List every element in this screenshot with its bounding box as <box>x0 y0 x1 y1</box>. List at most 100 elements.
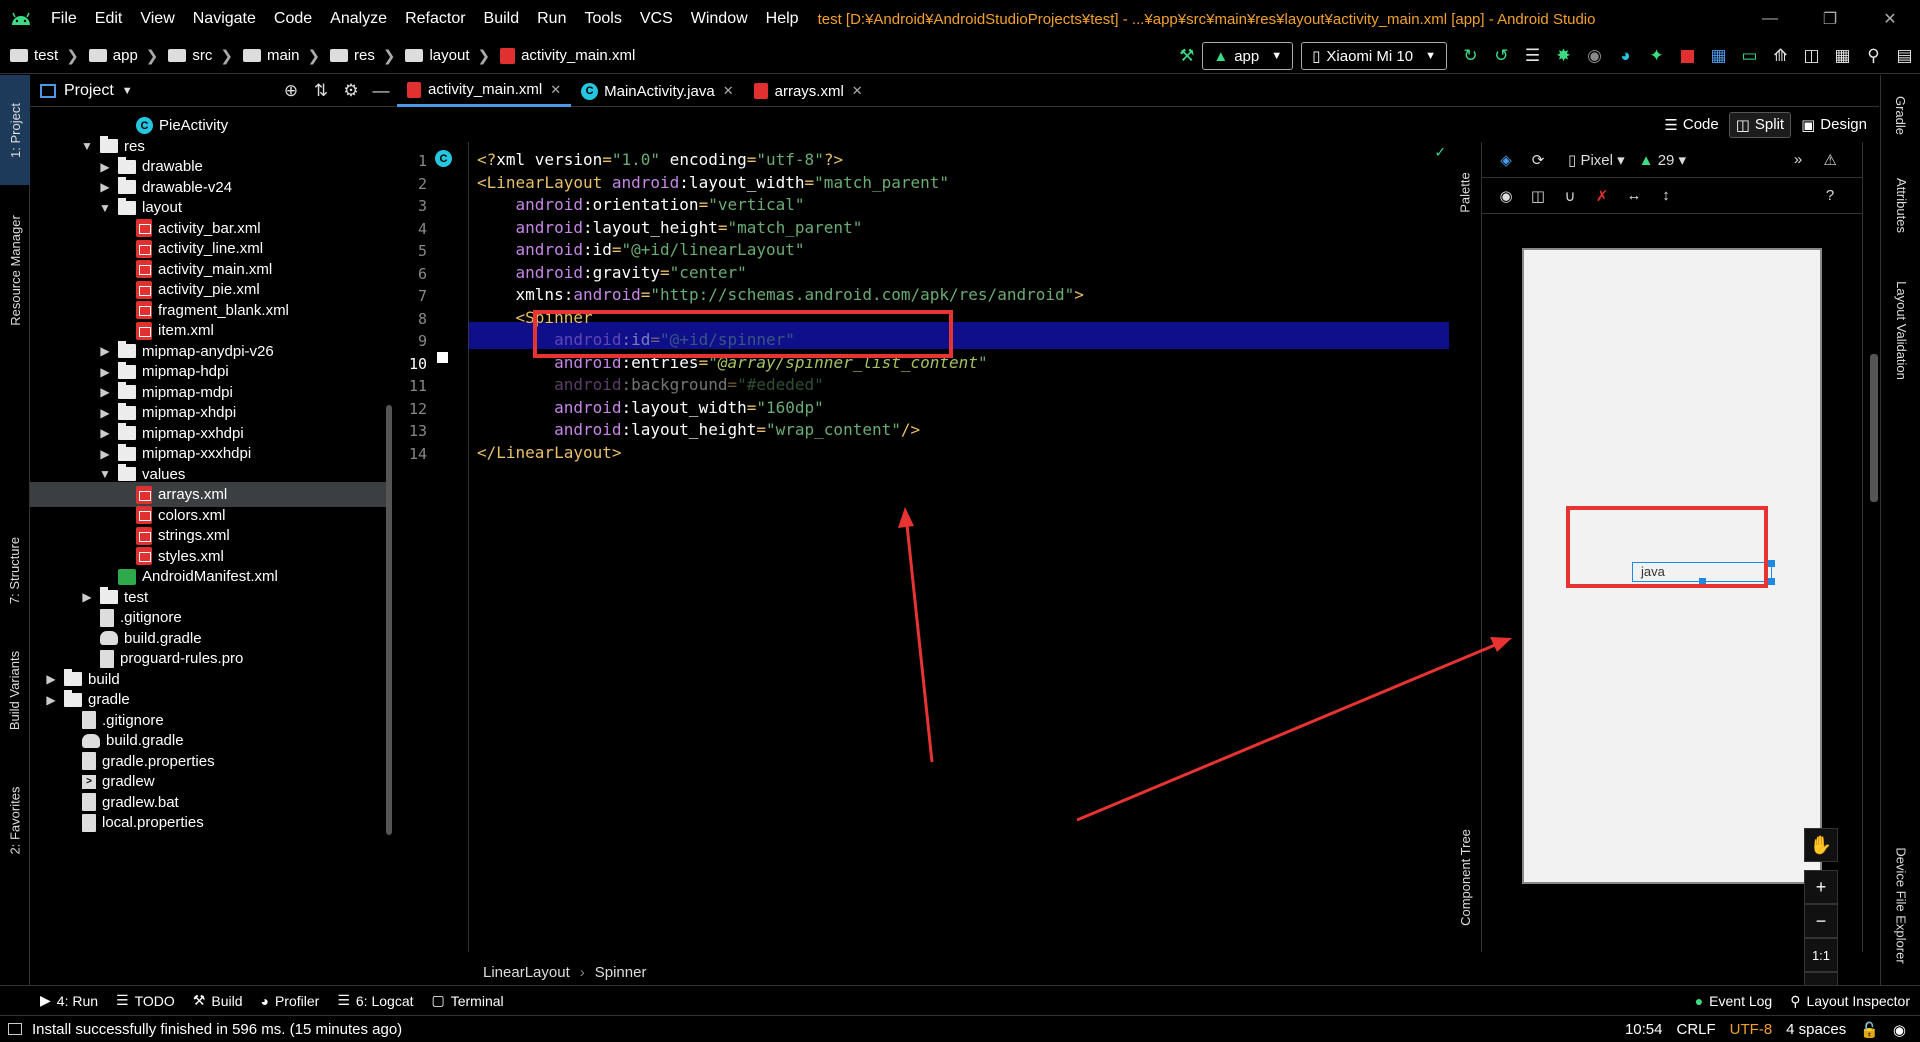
breadcrumb-linearlayout[interactable]: LinearLayout <box>483 964 570 981</box>
tab-build-variants[interactable]: Build Variants <box>0 635 30 745</box>
expand-horizontal-icon[interactable]: ↔ <box>1618 187 1650 204</box>
code-line[interactable]: </LinearLayout> <box>477 439 622 466</box>
warning-icon[interactable]: ⚠ <box>1814 151 1846 169</box>
tab-device-file-explorer[interactable]: Device File Explorer <box>1881 825 1920 985</box>
menu-item-file[interactable]: File <box>42 10 86 28</box>
breadcrumb-item-layout[interactable]: layout ❯ <box>395 47 490 65</box>
list-icon[interactable]: ☰ <box>1517 38 1548 74</box>
menu-item-build[interactable]: Build <box>475 10 529 28</box>
menu-item-vcs[interactable]: VCS <box>631 10 682 28</box>
run-tool-button[interactable]: ▶ 4: Run <box>40 992 98 1009</box>
layout-inspector-button[interactable]: ⚲ Layout Inspector <box>1790 993 1910 1010</box>
design-canvas[interactable]: java ✋ + − 1:1 ▣ <box>1482 214 1844 1022</box>
apply-code-changes-icon[interactable]: ↺ <box>1486 38 1517 74</box>
orientation-icon[interactable]: ⟳ <box>1522 151 1554 169</box>
menu-item-code[interactable]: Code <box>265 10 321 28</box>
breadcrumb-item-src[interactable]: src ❯ <box>158 47 233 65</box>
chevron-right-icon[interactable]: ▶ <box>98 406 112 420</box>
code-editor[interactable]: <?xml version="1.0" encoding="utf-8"?> <L… <box>469 142 1449 952</box>
zoom-out-icon[interactable]: − <box>1804 904 1838 938</box>
event-icon[interactable]: ◉ <box>1893 1021 1906 1039</box>
chevron-down-icon[interactable]: ▼ <box>80 139 94 153</box>
layout-inspector-icon[interactable]: ▦ <box>1827 38 1858 74</box>
indent-setting[interactable]: 4 spaces <box>1786 1021 1846 1038</box>
tab-gradle[interactable]: Gradle <box>1881 75 1920 155</box>
menu-item-view[interactable]: View <box>131 10 183 28</box>
tab-palette[interactable]: Palette <box>1450 152 1480 232</box>
breadcrumb-item-main[interactable]: main ❯ <box>233 47 320 65</box>
menu-item-analyze[interactable]: Analyze <box>321 10 396 28</box>
close-tab-icon[interactable]: ✕ <box>723 83 734 99</box>
clear-constraints-icon[interactable]: ✗ <box>1586 187 1618 205</box>
close-tab-icon[interactable]: ✕ <box>852 83 863 99</box>
chevron-down-icon[interactable]: ▼ <box>122 85 133 97</box>
avd-manager-icon[interactable]: ▭ <box>1734 38 1765 74</box>
settings-search-icon[interactable]: ▤ <box>1889 38 1920 74</box>
profiler-tool-button[interactable]: ◕ Profiler <box>261 993 320 1009</box>
tree-item[interactable]: local.properties <box>30 810 386 835</box>
tab-favorites[interactable]: 2: Favorites <box>0 765 30 875</box>
project-scrollbar[interactable] <box>386 405 392 835</box>
api-level-selector[interactable]: ▲ 29 ▾ <box>1639 151 1686 169</box>
attach-debugger-icon[interactable]: ◉ <box>1579 38 1610 74</box>
tab-component-tree[interactable]: Component Tree <box>1450 802 1480 952</box>
collapse-all-icon[interactable]: ⇅ <box>306 81 336 101</box>
pan-icon[interactable]: ✋ <box>1804 828 1838 862</box>
tab-layout-validation[interactable]: Layout Validation <box>1881 255 1920 405</box>
chevron-right-icon[interactable]: ▶ <box>98 447 112 461</box>
expand-vertical-icon[interactable]: ↕ <box>1650 187 1682 204</box>
close-icon[interactable]: ✕ <box>1860 0 1920 38</box>
tab-project[interactable]: 1: Project <box>0 75 30 185</box>
search-icon[interactable]: ⚲ <box>1858 38 1889 74</box>
sdk-manager-icon[interactable]: ⟰ <box>1765 38 1796 74</box>
overflow-icon[interactable]: » <box>1782 151 1814 168</box>
split-mode-button[interactable]: ◫ Split <box>1728 111 1792 138</box>
zoom-actual-button[interactable]: 1:1 <box>1804 938 1838 972</box>
gear-icon[interactable]: ⚙ <box>336 81 366 101</box>
breadcrumb-current-file[interactable]: activity_main.xml <box>490 47 635 64</box>
device-selector[interactable]: ▯ Pixel ▾ <box>1568 151 1625 169</box>
design-scrollbar[interactable] <box>1870 354 1878 502</box>
device-preview[interactable]: java <box>1522 248 1822 884</box>
apply-changes-icon[interactable]: ↻ <box>1455 38 1486 74</box>
restore-icon[interactable]: ❐ <box>1800 0 1860 38</box>
tab-structure[interactable]: 7: Structure <box>0 515 30 625</box>
minimize-icon[interactable]: — <box>1740 0 1800 38</box>
terminal-tool-button[interactable]: ▢ Terminal <box>432 992 504 1009</box>
chevron-right-icon[interactable]: ▶ <box>98 180 112 194</box>
resize-handle[interactable] <box>1768 578 1775 585</box>
breadcrumb-item-test[interactable]: test ❯ <box>0 47 79 65</box>
menu-item-tools[interactable]: Tools <box>575 10 630 28</box>
menu-item-edit[interactable]: Edit <box>86 10 132 28</box>
device-manager-icon[interactable]: ◫ <box>1796 38 1827 74</box>
editor-tab[interactable]: activity_main.xml ✕ <box>397 75 572 107</box>
zoom-in-icon[interactable]: + <box>1804 870 1838 904</box>
magnet-icon[interactable]: ∪ <box>1554 187 1586 205</box>
color-swatch-icon[interactable] <box>437 352 448 363</box>
tab-resource-manager[interactable]: Resource Manager <box>0 195 30 345</box>
menu-item-window[interactable]: Window <box>682 10 757 28</box>
menu-item-help[interactable]: Help <box>757 10 808 28</box>
code-mode-button[interactable]: ☰ Code <box>1658 113 1724 137</box>
breadcrumb-item-res[interactable]: res ❯ <box>320 47 395 65</box>
project-view-selector[interactable]: Project <box>64 82 114 100</box>
tab-attributes[interactable]: Attributes <box>1881 155 1920 255</box>
lock-icon[interactable]: 🔓 <box>1860 1021 1879 1039</box>
caret-position[interactable]: 10:54 <box>1625 1021 1663 1038</box>
status-message[interactable]: Install successfully finished in 596 ms.… <box>8 1021 402 1038</box>
sync-project-icon[interactable]: ▦ <box>1703 38 1734 74</box>
blueprint-icon[interactable]: ◫ <box>1522 187 1554 205</box>
menu-item-navigate[interactable]: Navigate <box>184 10 265 28</box>
logcat-tool-button[interactable]: ☰ 6: Logcat <box>337 992 413 1009</box>
layers-icon[interactable]: ◈ <box>1490 151 1522 169</box>
profile-icon[interactable]: ◕ <box>1610 38 1641 74</box>
make-project-icon[interactable]: ⚒ <box>1171 38 1202 74</box>
help-icon[interactable]: ? <box>1814 187 1846 204</box>
chevron-right-icon[interactable]: ▶ <box>98 385 112 399</box>
event-log-button[interactable]: ● Event Log <box>1695 993 1773 1009</box>
chevron-right-icon[interactable]: ▶ <box>98 365 112 379</box>
chevron-right-icon[interactable]: ▶ <box>80 590 94 604</box>
chevron-right-icon[interactable]: ▶ <box>44 672 58 686</box>
debug-attach-icon[interactable]: ✦ <box>1641 38 1672 74</box>
todo-tool-button[interactable]: ☰ TODO <box>116 992 175 1009</box>
